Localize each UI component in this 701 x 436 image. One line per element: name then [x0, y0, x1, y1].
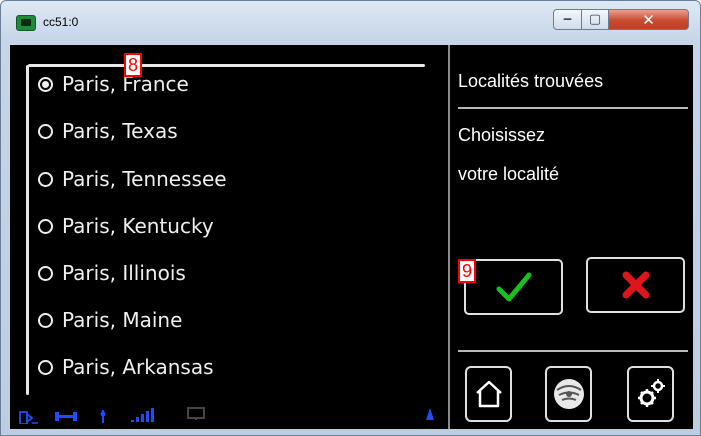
window-controls: ‒ ▢ ✕: [553, 9, 691, 32]
maximize-button[interactable]: ▢: [582, 9, 609, 30]
list-item[interactable]: Paris, Maine: [38, 305, 182, 335]
panel-divider: [448, 45, 450, 429]
radio-icon[interactable]: [38, 359, 53, 375]
close-button[interactable]: ✕: [609, 9, 689, 30]
panel-instruction-line2: votre localité: [458, 164, 560, 184]
status-bar: [10, 400, 448, 429]
signal-icon: [131, 408, 154, 422]
window-frame: cc51:0 ‒ ▢ ✕ Paris, France Paris, Texas Pa…: [0, 0, 701, 436]
thermometer-icon: [426, 408, 434, 420]
device-screen: Paris, France Paris, Texas Paris, Tennesse…: [10, 45, 693, 429]
callout-marker-8: 8: [124, 53, 143, 77]
logo-icon: [553, 379, 584, 409]
list-item[interactable]: Paris, Arkansas: [38, 352, 214, 382]
cross-icon: [622, 271, 649, 299]
list-item[interactable]: Paris, Texas: [38, 116, 178, 146]
list-item-label: Paris, Tennessee: [62, 167, 227, 191]
list-item[interactable]: Paris, France: [38, 69, 189, 99]
panel-separator-bottom: [458, 350, 688, 352]
list-item-label: Paris, Kentucky: [62, 214, 214, 238]
list-item-label: Paris, Texas: [62, 119, 178, 143]
callout-marker-9: 9: [458, 259, 477, 283]
home-icon: [475, 380, 502, 408]
radio-icon[interactable]: [38, 218, 53, 234]
check-icon: [496, 272, 531, 302]
network-icon: [55, 412, 77, 421]
panel-separator-top: [458, 107, 688, 109]
list-item-label: Paris, Illinois: [62, 261, 186, 285]
antenna-icon: [100, 410, 106, 423]
list-scroll-indicator[interactable]: [28, 64, 425, 67]
door-icon: [19, 411, 38, 424]
location-list-panel: Paris, France Paris, Texas Paris, Tennesse…: [10, 45, 448, 429]
app-icon: [16, 15, 36, 31]
list-item[interactable]: Paris, Kentucky: [38, 211, 214, 241]
device-icon: [187, 407, 205, 420]
location-list[interactable]: Paris, France Paris, Texas Paris, Tennesse…: [10, 69, 430, 389]
list-item[interactable]: Paris, Illinois: [38, 258, 186, 288]
minimize-button[interactable]: ‒: [553, 9, 582, 30]
gear-icon: [637, 379, 665, 407]
radio-icon[interactable]: [38, 312, 53, 328]
panel-instruction-line1: Choisissez: [458, 125, 546, 145]
radio-selected-icon[interactable]: [38, 76, 53, 92]
settings-button[interactable]: [627, 366, 674, 422]
confirm-button[interactable]: [464, 259, 563, 315]
logo-button[interactable]: [545, 366, 592, 422]
radio-icon[interactable]: [38, 171, 53, 187]
title-bar[interactable]: cc51:0 ‒ ▢ ✕: [1, 1, 700, 45]
radio-icon[interactable]: [38, 123, 53, 139]
list-item-label: Paris, Arkansas: [62, 355, 214, 379]
home-button[interactable]: [465, 366, 512, 422]
list-item-label: Paris, Maine: [62, 308, 183, 332]
panel-title: Localités trouvées: [458, 71, 604, 91]
list-item[interactable]: Paris, Tennessee: [38, 164, 227, 194]
radio-icon[interactable]: [38, 265, 53, 281]
cancel-button[interactable]: [586, 257, 685, 313]
window-title: cc51:0: [43, 15, 79, 29]
